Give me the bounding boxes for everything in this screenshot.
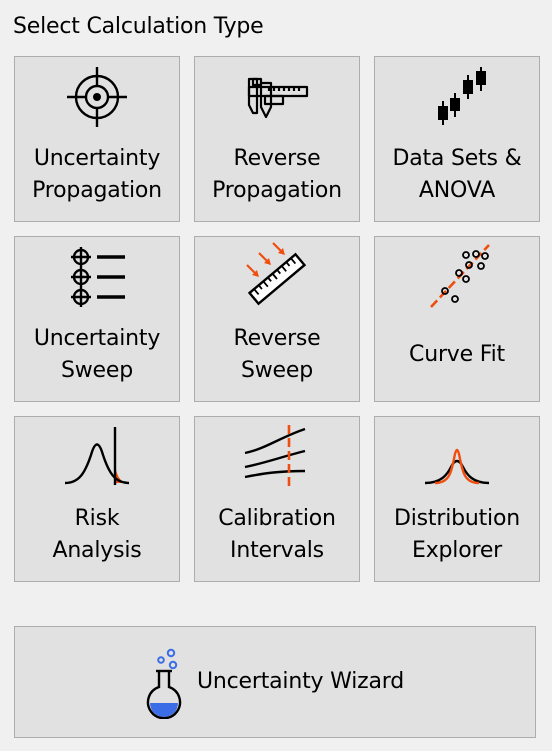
uncertainty-wizard-button[interactable]: Uncertainty Wizard [14, 626, 536, 738]
wizard-label: Uncertainty Wizard [197, 669, 404, 694]
flask-icon [141, 647, 189, 720]
calculation-type-grid: Uncertainty Propagation Reverse Propagat… [14, 56, 540, 582]
sweep-list-icon [61, 241, 133, 313]
data-sets-anova-button[interactable]: Data Sets & ANOVA [374, 56, 540, 222]
tile-label: Reverse Sweep [233, 326, 321, 383]
crosshair-icon [61, 61, 133, 133]
tile-label: Distribution Explorer [394, 506, 520, 563]
caliper-icon [241, 61, 313, 133]
tile-label: Curve Fit [409, 342, 505, 367]
curve-fit-button[interactable]: Curve Fit [374, 236, 540, 402]
reverse-sweep-button[interactable]: Reverse Sweep [194, 236, 360, 402]
calibration-intervals-button[interactable]: Calibration Intervals [194, 416, 360, 582]
tile-label: Uncertainty Propagation [32, 146, 162, 203]
risk-analysis-button[interactable]: Risk Analysis [14, 416, 180, 582]
tile-label: Risk Analysis [52, 506, 142, 563]
candlestick-icon [421, 61, 493, 133]
tile-label: Reverse Propagation [212, 146, 342, 203]
tile-label: Data Sets & ANOVA [392, 146, 522, 203]
calibration-curves-icon [241, 421, 313, 493]
uncertainty-sweep-button[interactable]: Uncertainty Sweep [14, 236, 180, 402]
tile-label: Uncertainty Sweep [33, 326, 161, 383]
scatter-fit-icon [421, 241, 493, 313]
bell-curve-risk-icon [61, 421, 133, 493]
tile-label: Calibration Intervals [218, 506, 336, 563]
distribution-icon [421, 421, 493, 493]
uncertainty-propagation-button[interactable]: Uncertainty Propagation [14, 56, 180, 222]
distribution-explorer-button[interactable]: Distribution Explorer [374, 416, 540, 582]
reverse-propagation-button[interactable]: Reverse Propagation [194, 56, 360, 222]
page-title: Select Calculation Type [13, 14, 264, 39]
ruler-icon [241, 241, 313, 313]
